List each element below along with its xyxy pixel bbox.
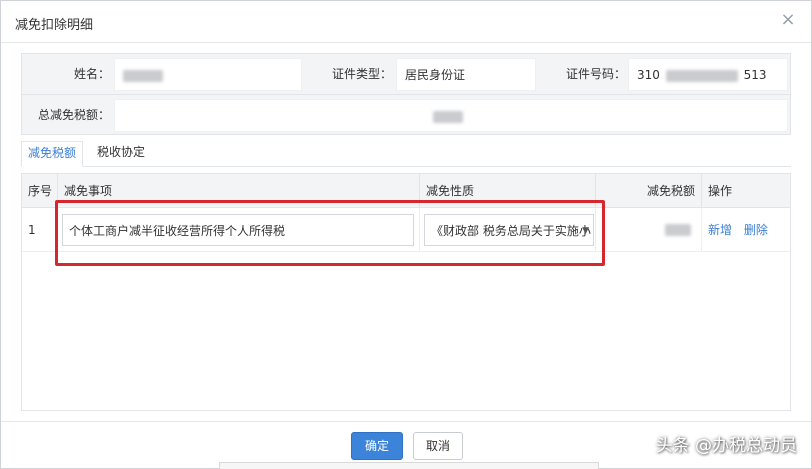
row-amount-cell (596, 208, 702, 252)
dialog-title: 减免扣除明细 (15, 18, 94, 33)
exemption-nature-select[interactable]: 《财政部 税务总局关于实施小 ▼ (424, 214, 594, 246)
col-amount: 减免税额 (596, 174, 702, 208)
table-row: 1 个体工商户减半征收经营所得个人所得税 《财政部 税务总局关于实施小 ▼ 新增… (22, 208, 790, 252)
name-redacted (123, 69, 163, 82)
row-item-cell: 个体工商户减半征收经营所得个人所得税 (58, 208, 420, 252)
cancel-button[interactable]: 取消 (413, 432, 463, 460)
confirm-button[interactable]: 确定 (351, 432, 403, 460)
table-header: 序号 减免事项 减免性质 减免税额 操作 (22, 174, 790, 208)
id-type-label: 证件类型： (331, 67, 392, 81)
row-actions: 新增 删除 (702, 208, 790, 252)
close-icon[interactable]: × (779, 11, 797, 29)
name-label: 姓名： (73, 67, 110, 81)
exemption-item-input[interactable]: 个体工商户减半征收经营所得个人所得税 (62, 214, 414, 246)
total-exemption-label: 总减免税额： (37, 108, 110, 122)
dialog-header: 减免扣除明细 × (1, 1, 811, 43)
total-exemption-value (114, 99, 788, 132)
info-row-1: 姓名： 证件类型： 居民身份证 证件号码： 310 513 (22, 54, 790, 95)
tab-tax-treaty[interactable]: 税收协定 (91, 141, 151, 167)
id-number-redacted (665, 69, 738, 82)
row-nature-cell: 《财政部 税务总局关于实施小 ▼ (420, 208, 596, 252)
row-index: 1 (22, 208, 58, 252)
add-row-link[interactable]: 新增 (708, 223, 732, 237)
col-index: 序号 (22, 174, 58, 208)
col-action: 操作 (708, 184, 733, 198)
name-value (114, 58, 302, 91)
delete-row-link[interactable]: 删除 (744, 223, 768, 237)
taxpayer-info: 姓名： 证件类型： 居民身份证 证件号码： 310 513 总减免税额： (21, 53, 791, 135)
deduction-detail-dialog: 减免扣除明细 × 姓名： 证件类型： 居民身份证 证件号码： 310 513 总… (0, 0, 812, 469)
chevron-down-icon: ▼ (582, 226, 589, 236)
underlying-window-edge (219, 462, 599, 469)
exemption-nature-value: 《财政部 税务总局关于实施小 (431, 224, 591, 238)
exemption-table: 序号 减免事项 减免性质 减免税额 操作 1 个体工商户减半征收经营所得个人所得… (21, 173, 791, 411)
col-nature: 减免性质 (420, 174, 596, 208)
id-number-value: 310 513 (628, 58, 788, 91)
exemption-amount-redacted (665, 224, 691, 236)
total-exemption-redacted (433, 110, 463, 123)
tab-exemption-amount[interactable]: 减免税额 (21, 141, 84, 167)
col-item: 减免事项 (58, 174, 420, 208)
id-type-value: 居民身份证 (396, 58, 536, 91)
watermark: 头条 @办税总动员 (655, 436, 797, 456)
id-number-label: 证件号码： (565, 67, 626, 81)
info-row-2: 总减免税额： (22, 95, 790, 136)
id-number-prefix: 310 (637, 68, 660, 82)
tab-bar: 减免税额 税收协定 (21, 141, 791, 167)
id-number-suffix: 513 (743, 68, 767, 82)
